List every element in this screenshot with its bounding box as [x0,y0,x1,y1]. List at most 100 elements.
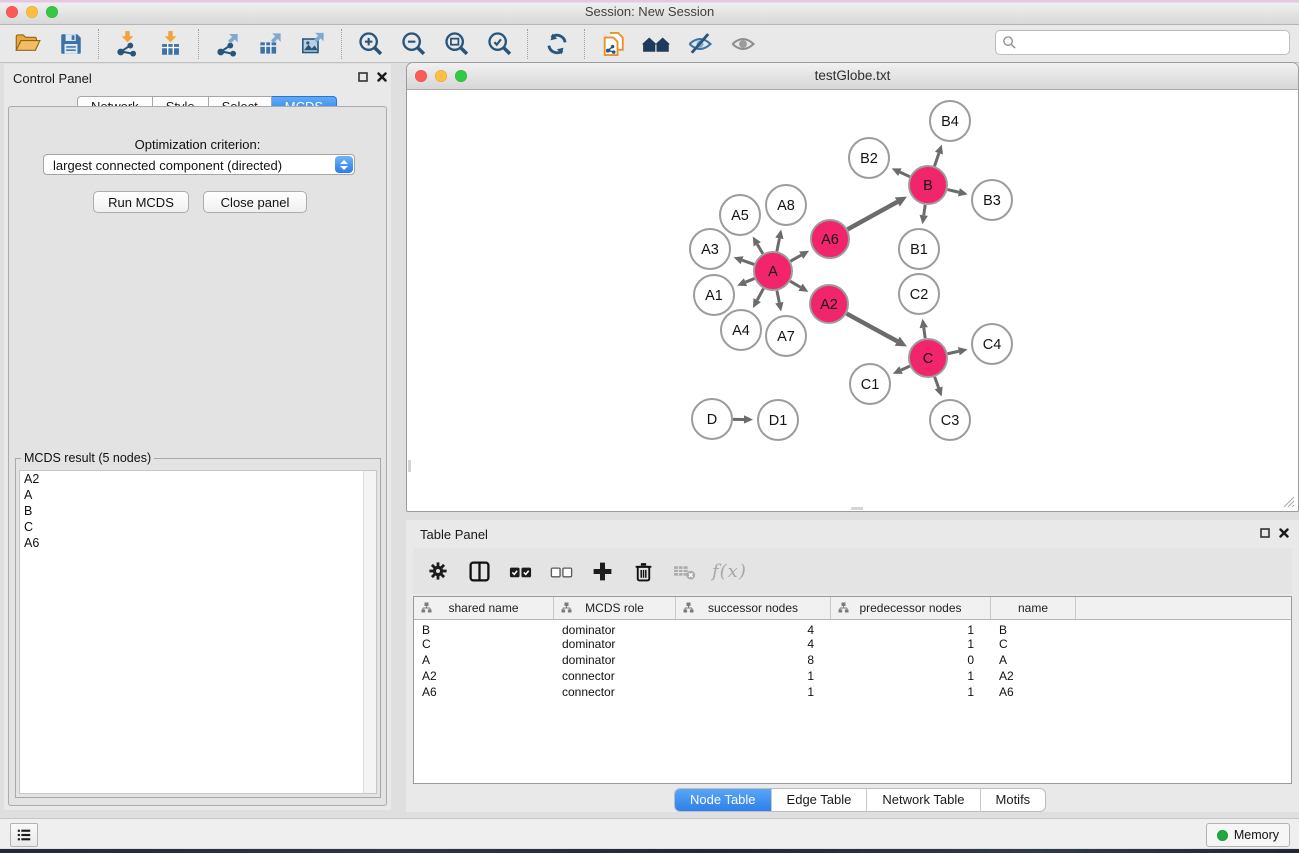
delete-columns-button[interactable] [630,558,656,584]
column-header-name[interactable]: name [991,597,1076,619]
graph-edge-C-C4[interactable] [948,351,959,353]
graph-edge-B-B4[interactable] [935,153,939,166]
table-cell[interactable]: A6 [991,684,1076,700]
destroy-table-button[interactable] [671,558,697,584]
table-cell[interactable]: 4 [676,622,831,636]
tab-edge-table[interactable]: Edge Table [771,789,867,811]
select-all-columns-button[interactable] [507,558,533,584]
table-cell[interactable]: dominator [554,636,676,652]
graph-edge-C-C2[interactable] [924,328,925,339]
open-session-button[interactable] [599,29,628,58]
tab-network-table[interactable]: Network Table [866,789,979,811]
graph-edge-A-A4[interactable] [757,289,763,301]
graph-edge-B-B3[interactable] [947,190,958,193]
network-canvas[interactable]: B4B2BB3A8A5A6A3B1AC2A1A2A4A7C4CC1C3DD1 [408,90,1297,510]
mcds-result-item[interactable]: C [20,519,376,535]
table-cell[interactable]: connector [554,668,676,684]
table-cell[interactable]: A [414,652,554,668]
graph-edge-B-B1[interactable] [924,205,925,216]
reset-views-button[interactable] [642,29,671,58]
close-panel-button[interactable]: Close panel [203,191,307,213]
graph-edge-A-A2[interactable] [790,281,800,287]
graph-edge-B-B2[interactable] [900,172,910,177]
search-field[interactable] [995,30,1290,55]
close-panel-icon[interactable] [377,72,387,82]
table-cell[interactable]: A [991,652,1076,668]
table-cell[interactable]: 4 [676,636,831,652]
table-cell[interactable]: A2 [414,668,554,684]
deselect-all-columns-button[interactable] [548,558,574,584]
table-row[interactable]: Bdominator41B [414,620,1291,636]
table-row[interactable]: A6connector11A6 [414,684,1291,700]
column-header-predecessor-nodes[interactable]: predecessor nodes [831,597,991,619]
criterion-dropdown[interactable]: largest connected component (directed) [43,154,355,175]
network-graph[interactable]: B4B2BB3A8A5A6A3B1AC2A1A2A4A7C4CC1C3DD1 [408,90,1297,510]
table-cell[interactable]: 1 [676,668,831,684]
table-row[interactable]: A2connector11A2 [414,668,1291,684]
save-session-button[interactable] [56,29,85,58]
column-header-MCDS-role[interactable]: MCDS role [554,597,676,619]
table-cell[interactable]: A2 [991,668,1076,684]
table-cell[interactable]: dominator [554,652,676,668]
zoom-selected-button[interactable] [485,29,514,58]
function-builder-button[interactable]: f(x) [712,561,747,582]
scrollbar-track[interactable] [363,471,376,793]
table-cell[interactable]: 1 [831,684,991,700]
table-cell[interactable]: 0 [831,652,991,668]
task-history-button[interactable] [10,823,38,847]
search-input[interactable] [1021,33,1289,52]
show-columns-button[interactable] [466,558,492,584]
graph-edge-A6-B[interactable] [848,202,898,229]
column-header-successor-nodes[interactable]: successor nodes [676,597,831,619]
table-cell[interactable]: 1 [831,622,991,636]
float-panel-icon[interactable] [1260,528,1270,538]
mcds-result-list[interactable]: A2ABCA6 [19,470,377,794]
column-header-shared-name[interactable]: shared name [414,597,554,619]
open-file-button[interactable] [13,29,42,58]
table-row[interactable]: Adominator80A [414,652,1291,668]
table-cell[interactable]: C [414,636,554,652]
export-table-button[interactable] [256,29,285,58]
table-cell[interactable]: 1 [831,668,991,684]
mcds-result-item[interactable]: A6 [20,535,376,551]
table-cell[interactable]: B [414,622,554,636]
tab-node-table[interactable]: Node Table [675,789,771,811]
apply-layout-button[interactable] [542,29,571,58]
zoom-out-button[interactable] [399,29,428,58]
mcds-result-item[interactable]: A2 [20,471,376,487]
table-cell[interactable]: C [991,636,1076,652]
export-network-button[interactable] [213,29,242,58]
graph-edge-A-A1[interactable] [745,279,754,283]
table-cell[interactable]: A6 [414,684,554,700]
graph-edge-A-A5[interactable] [757,244,763,253]
import-network-button[interactable] [113,29,142,58]
graph-edge-A-A6[interactable] [790,255,801,261]
table-cell[interactable]: 8 [676,652,831,668]
table-cell[interactable]: connector [554,684,676,700]
close-panel-icon[interactable] [1279,528,1289,538]
mcds-result-item[interactable]: A [20,487,376,503]
graph-edge-A-A7[interactable] [777,291,779,303]
graph-edge-C-C1[interactable] [901,366,910,370]
float-panel-icon[interactable] [358,72,368,82]
zoom-in-button[interactable] [356,29,385,58]
table-options-button[interactable] [425,558,451,584]
memory-button[interactable]: Memory [1206,823,1290,847]
table-row[interactable]: Cdominator41C [414,636,1291,652]
mcds-result-item[interactable]: B [20,503,376,519]
graph-edge-A2-C[interactable] [847,314,898,342]
graph-edge-A-A3[interactable] [742,260,754,264]
create-column-button[interactable] [589,558,615,584]
table-cell[interactable]: dominator [554,622,676,636]
node-attribute-table[interactable]: shared nameMCDS rolesuccessor nodesprede… [413,596,1292,784]
export-image-button[interactable] [299,29,328,58]
zoom-fit-button[interactable] [442,29,471,58]
import-table-button[interactable] [156,29,185,58]
table-cell[interactable]: 1 [676,684,831,700]
tab-motifs[interactable]: Motifs [980,789,1046,811]
resize-grip-icon[interactable] [1282,495,1295,508]
hide-graphics-details-button[interactable] [685,29,714,58]
network-window-titlebar[interactable]: testGlobe.txt [407,63,1298,90]
table-cell[interactable]: 1 [831,636,991,652]
graph-edge-C-C3[interactable] [935,377,939,388]
